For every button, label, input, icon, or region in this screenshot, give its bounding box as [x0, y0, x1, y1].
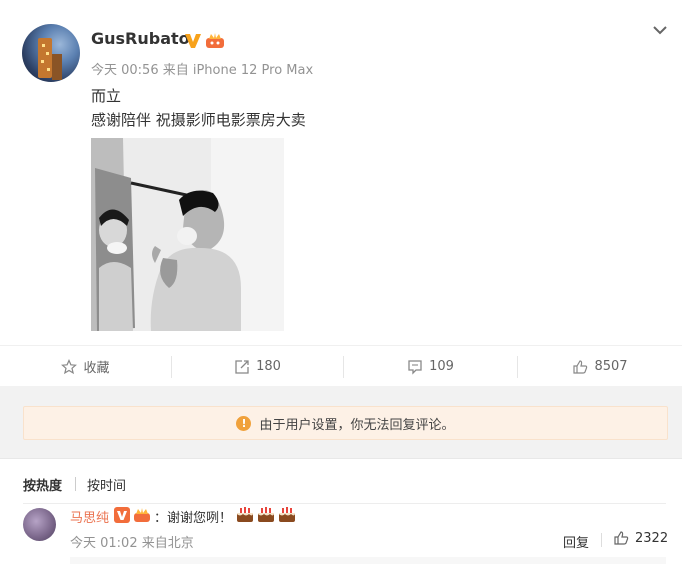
sort-by-time[interactable]: 按时间	[87, 475, 126, 494]
cake-emoji-icon	[279, 507, 295, 522]
divider	[23, 503, 666, 504]
favorite-button[interactable]: 收藏	[0, 346, 171, 387]
commenter-name[interactable]: 马思纯	[70, 507, 109, 526]
repost-count: 180	[256, 359, 281, 374]
cake-emoji-icon	[258, 507, 274, 522]
repost-button[interactable]: 180	[172, 346, 343, 387]
chevron-down-icon[interactable]	[651, 22, 669, 38]
thumbs-up-icon	[614, 531, 629, 545]
comment-text: ：谢谢您咧！	[154, 511, 233, 526]
comment-like-button[interactable]: 2322	[613, 530, 668, 546]
author-avatar[interactable]	[22, 24, 80, 82]
post-meta: 今天 00:56 来自 iPhone 12 Pro Max	[91, 63, 314, 78]
commenter-avatar[interactable]	[23, 508, 56, 541]
favorite-label: 收藏	[83, 361, 110, 376]
post-action-bar: 收藏 180 109 8507	[0, 345, 682, 387]
post-text-line1: 而立	[91, 87, 122, 105]
repost-icon	[235, 359, 249, 374]
warning-icon: !	[236, 415, 252, 431]
sort-by-hot[interactable]: 按热度	[23, 475, 62, 494]
reply-divider	[601, 533, 602, 547]
reply-button[interactable]: 回复	[563, 532, 589, 551]
vip-crown-icon[interactable]	[205, 32, 225, 49]
reply-disabled-notice: ! 由于用户设置，你无法回复评论。	[23, 406, 668, 440]
author-name[interactable]: GusRubato	[91, 29, 190, 48]
cake-emoji-icon	[237, 507, 253, 522]
comment-like-count: 2322	[635, 530, 669, 546]
thumbs-up-icon	[573, 359, 588, 374]
comment-count: 109	[429, 359, 454, 374]
post-text-line2: 感谢陪伴 祝摄影师电影票房大卖	[91, 111, 306, 129]
star-icon	[61, 358, 78, 374]
like-button[interactable]: 8507	[518, 346, 682, 387]
verified-v-icon	[185, 34, 201, 48]
comment-meta: 今天 01:02 来自北京	[70, 536, 194, 551]
notice-text: 由于用户设置，你无法回复评论。	[259, 417, 455, 433]
post-photo[interactable]	[91, 138, 284, 331]
comment-button[interactable]: 109	[344, 346, 517, 387]
comment-icon	[408, 359, 422, 375]
sort-divider	[75, 477, 76, 491]
verified-v-icon	[114, 507, 130, 523]
vip-crown-icon[interactable]	[133, 507, 151, 523]
like-count: 8507	[594, 359, 628, 374]
sub-replies-area	[70, 557, 666, 564]
post-card: GusRubato 今天 00:56 来自 iPhone 12 Pro Max …	[0, 0, 682, 386]
